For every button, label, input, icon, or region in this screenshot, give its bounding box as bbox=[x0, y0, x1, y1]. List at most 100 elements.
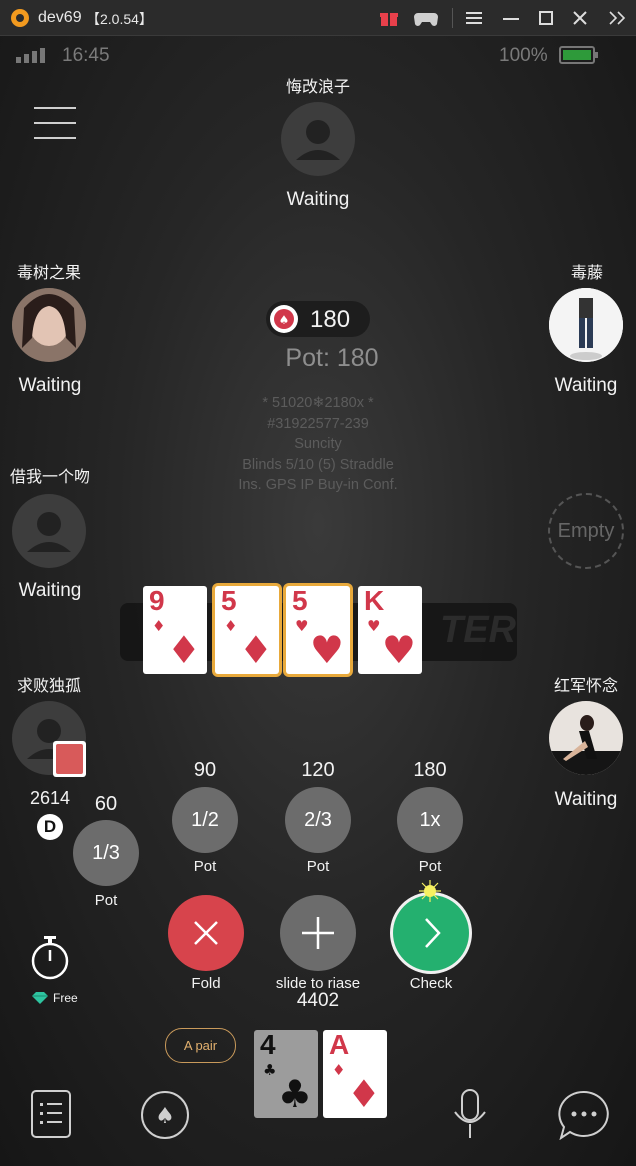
fold-button[interactable] bbox=[168, 895, 244, 971]
table-info: * 51020❄2180x * #31922577-239 Suncity Bl… bbox=[188, 393, 448, 496]
preset-1-3-pot-button[interactable]: 1/3 bbox=[73, 820, 139, 886]
emulator-version: 【2.0.54】 bbox=[86, 11, 153, 27]
table-menu-icon[interactable] bbox=[34, 106, 76, 140]
card-suit: ♥ bbox=[295, 617, 309, 635]
player-status: Waiting bbox=[18, 580, 82, 601]
card-suit: ♥ bbox=[367, 617, 381, 635]
microphone-icon[interactable] bbox=[450, 1088, 490, 1140]
card-suit-large: ♦ bbox=[346, 1072, 381, 1116]
preset-amount: 120 bbox=[301, 759, 335, 781]
table-info-line: #31922577-239 bbox=[267, 415, 369, 432]
empty-seat[interactable]: Empty bbox=[548, 493, 624, 569]
table-info-line: * 51020❄2180x * bbox=[262, 395, 374, 411]
preset-label: Pot bbox=[418, 858, 442, 875]
emulator-title: dev69 bbox=[38, 9, 82, 26]
preset-amount: 90 bbox=[193, 759, 217, 781]
card-suit: ♦ bbox=[152, 617, 166, 635]
card-suit-large: ♥ bbox=[381, 628, 416, 672]
timebank-stopwatch-icon[interactable] bbox=[29, 935, 71, 981]
hero-stack: 4402 bbox=[296, 990, 340, 1011]
photo-avatar-icon bbox=[549, 701, 623, 775]
board-card: 5 ♦ ♦ bbox=[215, 586, 279, 674]
spade-menu-icon[interactable]: ♠ bbox=[140, 1090, 190, 1140]
maximize-icon[interactable] bbox=[538, 10, 554, 26]
default-avatar-icon bbox=[27, 512, 71, 552]
photo-avatar-icon bbox=[12, 288, 86, 362]
player-name: 悔改浪子 bbox=[285, 77, 350, 96]
dealer-button: D bbox=[37, 814, 63, 840]
pot-chip-box: ♠ 180 bbox=[266, 301, 370, 337]
chevron-right-icon bbox=[425, 918, 441, 948]
hole-card: 4 ♣ ♣ bbox=[254, 1030, 318, 1118]
svg-text:♠: ♠ bbox=[279, 313, 290, 327]
player-status: Waiting bbox=[554, 375, 618, 396]
card-suit-large: ♣ bbox=[277, 1072, 312, 1116]
preset-label: Pot bbox=[306, 858, 330, 875]
battery-percent: 100% bbox=[499, 45, 548, 66]
gift-icon[interactable] bbox=[379, 8, 399, 28]
timebank-label: Free bbox=[53, 991, 78, 1005]
player-name: 借我一个吻 bbox=[9, 467, 90, 486]
player-avatar[interactable] bbox=[281, 102, 355, 176]
preset-label: Pot bbox=[193, 858, 217, 875]
player-name: 求败独孤 bbox=[16, 676, 81, 695]
emulator-title-bar: dev69 【2.0.54】 bbox=[0, 0, 636, 36]
app-logo-icon bbox=[11, 9, 29, 27]
raise-slider-button[interactable] bbox=[280, 895, 356, 971]
hole-card: A ♦ ♦ bbox=[323, 1030, 387, 1118]
player-avatar[interactable] bbox=[12, 494, 86, 568]
default-avatar-icon bbox=[296, 120, 340, 160]
board-card: 9 ♦ ♦ bbox=[143, 586, 207, 674]
expand-sidebar-icon[interactable] bbox=[608, 10, 628, 26]
menu-icon[interactable] bbox=[466, 10, 482, 26]
close-x-icon bbox=[194, 921, 218, 945]
player-status: Waiting bbox=[286, 189, 350, 210]
hand-strength-badge: A pair bbox=[165, 1028, 236, 1063]
preset-amount: 180 bbox=[413, 759, 447, 781]
timer-spark-icon bbox=[419, 880, 441, 902]
player-status: Waiting bbox=[554, 789, 618, 810]
card-rank: 5 bbox=[221, 586, 237, 616]
preset-1-2-pot-button[interactable]: 1/2 bbox=[172, 787, 238, 853]
table-info-line: Suncity bbox=[294, 436, 342, 452]
preset-amount: 60 bbox=[94, 793, 118, 815]
card-rank: K bbox=[364, 586, 385, 616]
preset-2-3-pot-button[interactable]: 2/3 bbox=[285, 787, 351, 853]
card-rank: 4 bbox=[260, 1030, 276, 1060]
signal-icon bbox=[16, 48, 45, 63]
clock: 16:45 bbox=[62, 45, 110, 66]
player-avatar[interactable] bbox=[549, 701, 623, 775]
diamond-gem-icon bbox=[32, 992, 48, 1004]
plus-icon bbox=[302, 917, 334, 949]
player-name: 毒树之果 bbox=[16, 263, 81, 282]
card-rank: A bbox=[329, 1030, 350, 1060]
chat-icon[interactable] bbox=[558, 1090, 610, 1140]
hand-history-icon[interactable] bbox=[30, 1089, 72, 1139]
player-name: 毒藤 bbox=[570, 263, 603, 282]
svg-text:♠: ♠ bbox=[155, 1104, 175, 1129]
close-icon[interactable] bbox=[572, 10, 588, 26]
preset-label: Pot bbox=[94, 892, 118, 909]
card-suit: ♦ bbox=[332, 1061, 346, 1079]
minimize-icon[interactable] bbox=[503, 10, 519, 26]
board-card: 5 ♥ ♥ bbox=[286, 586, 350, 674]
player-status: Waiting bbox=[18, 375, 82, 396]
pot-total: Pot: 180 bbox=[285, 344, 379, 372]
table-info-line: Ins. GPS IP Buy-in Conf. bbox=[238, 477, 398, 493]
check-label: Check bbox=[409, 975, 453, 992]
card-rank: 9 bbox=[149, 586, 165, 616]
check-button[interactable] bbox=[390, 892, 472, 974]
chip-icon: ♠ bbox=[270, 305, 298, 333]
card-suit: ♦ bbox=[224, 617, 238, 635]
board-card: K ♥ ♥ bbox=[358, 586, 422, 674]
pot-chip-amount: 180 bbox=[310, 306, 351, 333]
folded-cards-icon bbox=[53, 741, 86, 777]
player-avatar[interactable] bbox=[12, 288, 86, 362]
player-avatar[interactable] bbox=[549, 288, 623, 362]
gamepad-icon[interactable] bbox=[413, 8, 439, 28]
card-suit: ♣ bbox=[263, 1061, 277, 1079]
card-rank: 5 bbox=[292, 586, 308, 616]
preset-1x-pot-button[interactable]: 1x bbox=[397, 787, 463, 853]
photo-avatar-icon bbox=[549, 288, 623, 362]
fold-label: Fold bbox=[191, 975, 221, 992]
